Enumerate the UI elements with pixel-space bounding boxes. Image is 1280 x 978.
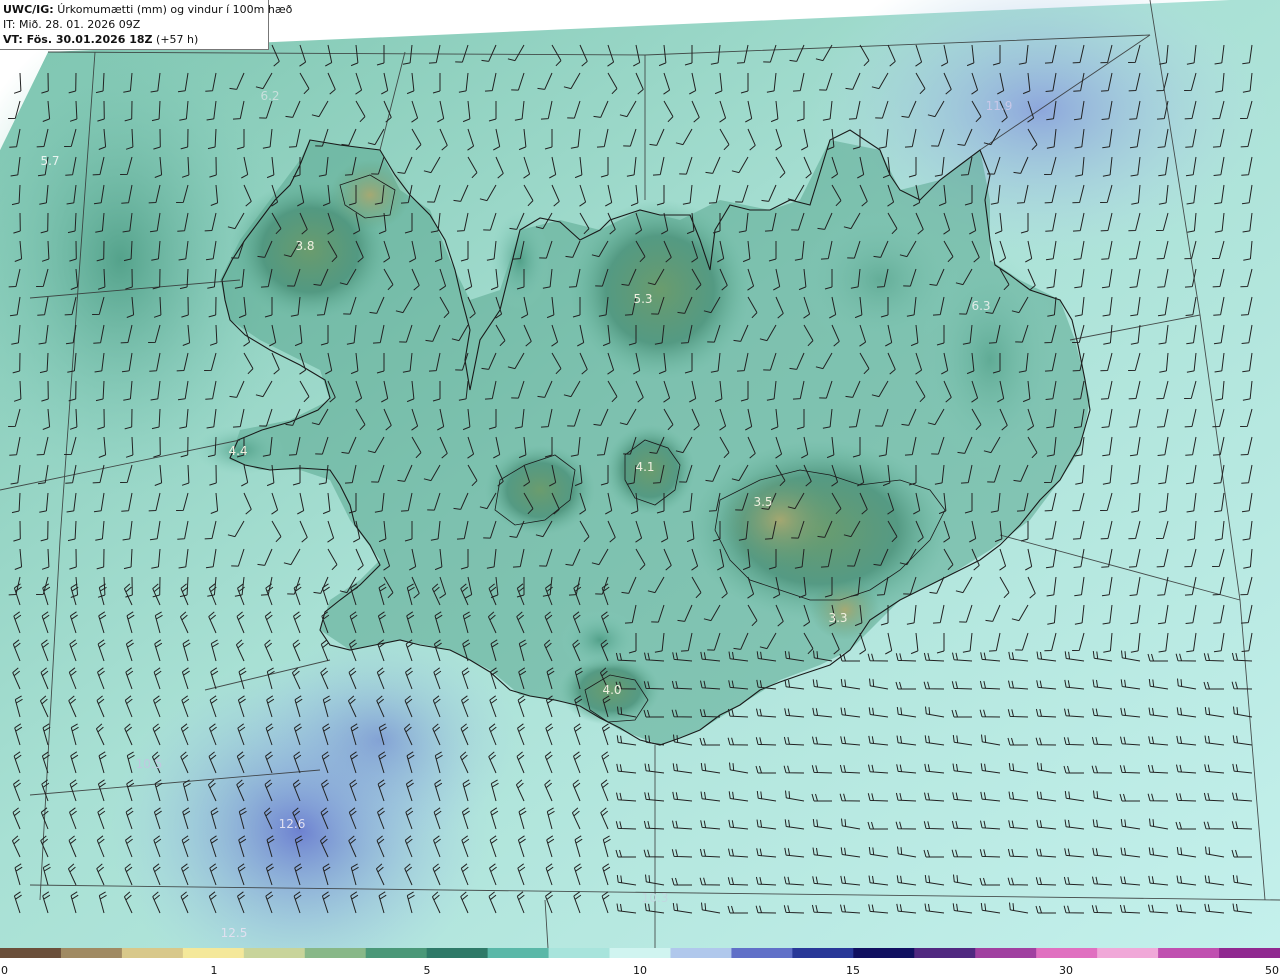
precip-value-label: 6.3	[971, 299, 990, 313]
map-title: Úrkomumætti (mm) og vindur í 100m hæð	[57, 3, 293, 16]
colorbar-tick: 15	[846, 964, 860, 977]
colorbar-segment	[1219, 948, 1280, 958]
colorbar-tick: 30	[1059, 964, 1073, 977]
precip-value-label: 4.1	[635, 460, 654, 474]
colorbar-segment	[548, 948, 611, 958]
colorbar-segment	[1158, 948, 1220, 958]
colorbar-segment	[975, 948, 1037, 958]
colorbar-segment	[731, 948, 793, 958]
valid-time: VT: Fös. 30.01.2026 18Z	[3, 33, 153, 46]
colorbar-segment	[60, 948, 123, 958]
model-name: UWC/IG:	[3, 3, 54, 16]
precip-value-label: 5.7	[40, 154, 59, 168]
colorbar-tick: 10	[633, 964, 647, 977]
precip-value-label: 3.5	[753, 495, 772, 509]
precip-value-label: 11.9	[986, 99, 1013, 113]
colorbar-segment	[670, 948, 733, 958]
precip-value-label: 6.2	[260, 89, 279, 103]
colorbar-segment	[365, 948, 428, 958]
colorbar-segment	[914, 948, 976, 958]
map-info-box: UWC/IG: Úrkomumætti (mm) og vindur í 100…	[0, 0, 292, 50]
precip-value-label: 4.4	[228, 444, 247, 458]
colorbar-segment	[1097, 948, 1159, 958]
colorbar-segment	[609, 948, 672, 958]
lead-time: (+57 h)	[156, 33, 199, 46]
precip-value-label: 12.6	[279, 817, 306, 831]
colorbar-segment	[304, 948, 367, 958]
weather-map: 5.7 6.2 3.8 5.3 11.9 6.3 4.4 4.1 3.5 3.3 4.0 10.5 12…	[0, 0, 1280, 948]
precip-value-label: 3.8	[295, 239, 314, 253]
colorbar-tick: 0	[1, 964, 8, 977]
colorbar-segment	[182, 948, 245, 958]
colorbar-legend: 0 1 5 10 15 30 50	[0, 948, 1280, 978]
colorbar-tick: 50	[1265, 964, 1279, 977]
colorbar-segment	[1036, 948, 1098, 958]
colorbar-tick: 1	[210, 964, 218, 977]
colorbar-segment	[0, 948, 62, 958]
colorbar-segment	[243, 948, 306, 958]
colorbar-tick: 5	[423, 964, 431, 977]
colorbar-segment	[853, 948, 915, 958]
colorbar-segment	[426, 948, 489, 958]
precip-value-label: 5.3	[633, 292, 652, 306]
colorbar-segment	[792, 948, 854, 958]
precip-value-label: 10.5	[136, 757, 163, 771]
colorbar-segment	[121, 948, 184, 958]
colorbar-segment	[487, 948, 550, 958]
precip-value-label: 3.3	[828, 611, 847, 625]
precip-value-label: 4.0	[602, 683, 621, 697]
precip-value-label: 12.5	[221, 926, 248, 940]
precip-value-label: 10.3	[642, 891, 669, 905]
colorbar	[0, 948, 1280, 958]
init-time: IT: Mið. 28. 01. 2026 09Z	[3, 18, 141, 31]
